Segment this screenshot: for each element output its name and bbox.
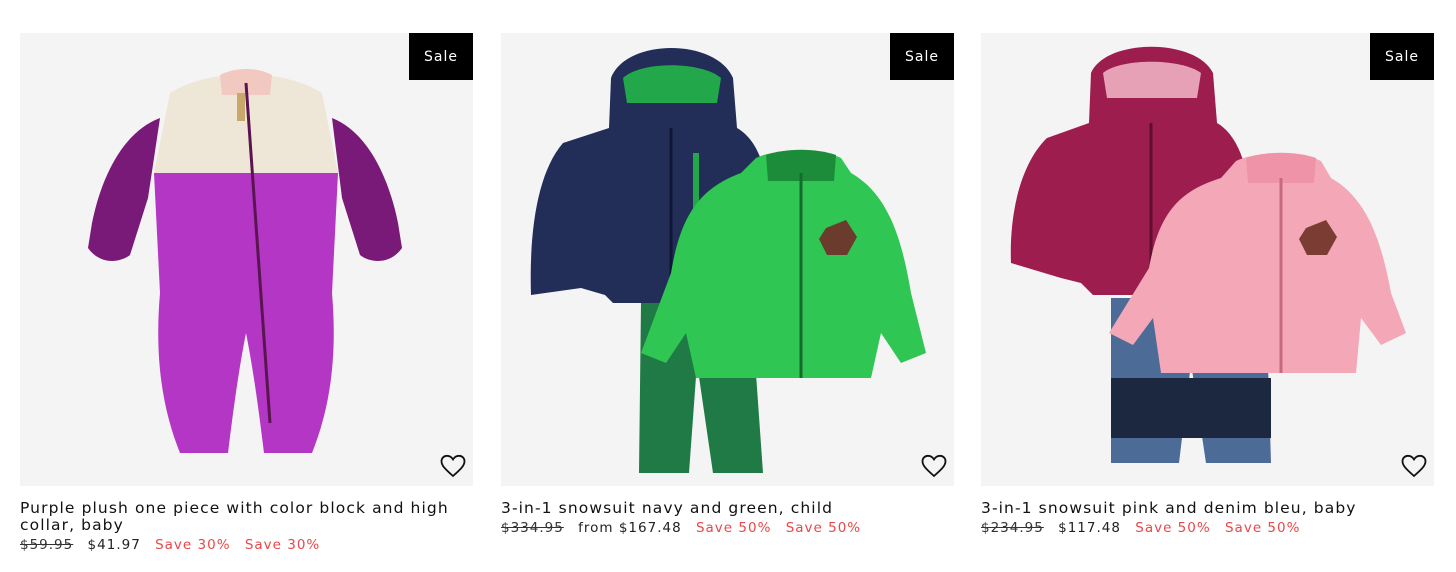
save-percent: Save 50%	[695, 520, 772, 536]
product-title-link[interactable]: 3-in-1 snowsuit navy and green, child	[501, 500, 941, 517]
wishlist-heart-icon[interactable]	[1400, 452, 1428, 480]
save-percent: Save 50%	[785, 520, 862, 536]
product-title-link[interactable]: 3-in-1 snowsuit pink and denim bleu, bab…	[981, 500, 1421, 517]
product-image-plush-onepiece	[20, 33, 473, 486]
product-card: Sale 3-in-1 snowsuit navy and green, chi…	[501, 33, 954, 536]
product-card: Sale Purple plush one piece with color b…	[20, 33, 473, 553]
product-title-link[interactable]: Purple plush one piece with color block …	[20, 500, 460, 534]
sale-badge: Sale	[1370, 33, 1434, 80]
original-price: $234.95	[981, 520, 1044, 536]
original-price: $59.95	[20, 537, 74, 553]
product-grid: Sale Purple plush one piece with color b…	[20, 33, 1434, 563]
product-card: Sale 3-in-1 snowsuit pink and denim bleu…	[981, 33, 1434, 536]
product-image-link[interactable]: Sale	[501, 33, 954, 486]
sale-badge: Sale	[890, 33, 954, 80]
product-image-link[interactable]: Sale	[20, 33, 473, 486]
save-percent: Save 50%	[1135, 520, 1211, 536]
price-row: $334.95 from $167.48 Save 50% Save 50%	[501, 520, 954, 536]
sale-badge: Sale	[409, 33, 473, 80]
product-image-snowsuit-navy-green	[501, 33, 954, 486]
save-percent: Save 50%	[1224, 520, 1301, 536]
sale-price: $41.97	[87, 537, 141, 553]
sale-price: from $167.48	[578, 520, 682, 536]
product-image-link[interactable]: Sale	[981, 33, 1434, 486]
save-percent: Save 30%	[244, 537, 321, 553]
wishlist-heart-icon[interactable]	[439, 452, 467, 480]
save-percent: Save 30%	[155, 537, 231, 553]
original-price: $334.95	[501, 520, 564, 536]
price-row: $234.95 $117.48 Save 50% Save 50%	[981, 520, 1434, 536]
wishlist-heart-icon[interactable]	[920, 452, 948, 480]
product-image-snowsuit-pink-denim	[981, 33, 1434, 486]
price-row: $59.95 $41.97 Save 30% Save 30%	[20, 537, 473, 553]
sale-price: $117.48	[1058, 520, 1121, 536]
